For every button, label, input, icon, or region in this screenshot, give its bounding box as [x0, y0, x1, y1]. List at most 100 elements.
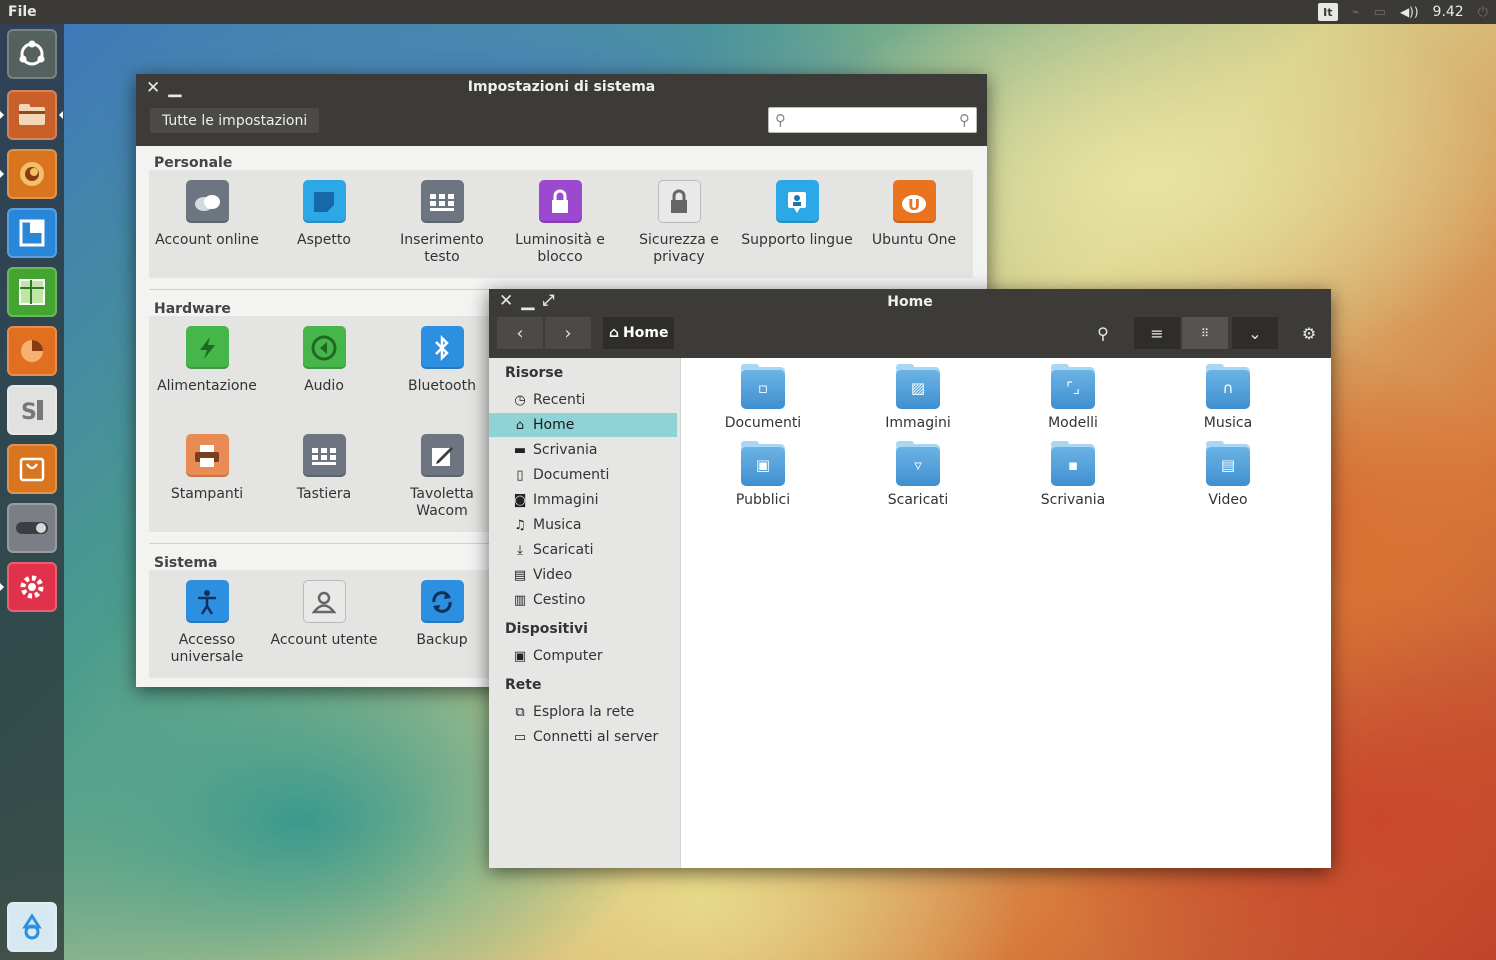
system-toggle-icon[interactable] — [7, 503, 57, 553]
app-menu-file[interactable]: File — [8, 4, 37, 20]
writer-document-icon — [18, 218, 46, 248]
settings-item-audio[interactable]: Audio — [265, 326, 383, 395]
user-icon — [302, 580, 346, 623]
sidebar-item-downloads[interactable]: ⤓ Scaricati — [489, 538, 677, 562]
clear-search-icon[interactable]: ⚲ — [959, 111, 970, 129]
settings-item-language-support[interactable]: Supporto lingue — [738, 180, 856, 249]
network-icon[interactable]: ⌁ — [1352, 5, 1360, 20]
ubuntu-logo-icon — [17, 39, 47, 69]
sidebar-item-computer[interactable]: ▣ Computer — [489, 644, 677, 668]
settings-item-text-entry[interactable]: Inserimento testo — [383, 180, 501, 266]
libreoffice-calc-icon[interactable] — [7, 267, 57, 317]
libreoffice-writer-icon[interactable] — [7, 208, 57, 258]
volume-icon[interactable]: ◀)) — [1400, 5, 1419, 19]
firefox-icon[interactable] — [7, 149, 57, 199]
folder-label: Modelli — [1048, 415, 1098, 431]
folder-item[interactable]: ▫ Documenti — [703, 364, 823, 431]
sidebar-item-desktop[interactable]: ▬ Scrivania — [489, 438, 677, 462]
cloud-icon — [185, 180, 229, 223]
files-titlebar: ✕ ▁ ⤢ Home ‹ › ⌂ Home ⚲ ≡ ⠿ ⌄ ⚙ — [489, 289, 1331, 358]
settings-search-input[interactable]: ⚲ ⚲ — [768, 107, 977, 133]
messaging-icon[interactable]: ▭ — [1374, 5, 1386, 20]
keyboard-icon — [302, 434, 346, 477]
ubuntu-dash-icon[interactable] — [7, 29, 57, 79]
sidebar-item-label: Scrivania — [533, 442, 598, 458]
sidebar-item-music[interactable]: ♫ Musica — [489, 513, 677, 537]
settings-item-security-privacy[interactable]: Sicurezza e privacy — [620, 180, 738, 266]
tile-label: Audio — [304, 378, 344, 394]
settings-item-brightness-lock[interactable]: Luminosità e blocco — [501, 180, 619, 266]
ubuntu-one-music-icon[interactable] — [7, 444, 57, 494]
settings-item-ubuntu-one[interactable]: U Ubuntu One — [855, 180, 973, 249]
keyboard-layout-indicator[interactable]: It — [1317, 3, 1338, 21]
document-icon: ▯ — [516, 467, 524, 483]
sidebar-item-label: Immagini — [533, 492, 599, 508]
network-icon: ⧉ — [515, 704, 525, 720]
window-title: Impostazioni di sistema — [467, 79, 656, 95]
folder-item[interactable]: ▣ Pubblici — [703, 441, 823, 508]
sidebar-item-label: Musica — [533, 517, 582, 533]
language-icon — [775, 180, 819, 223]
computer-icon: ▣ — [513, 648, 527, 664]
settings-item-wacom-tablet[interactable]: Tavoletta Wacom — [383, 434, 501, 520]
settings-item-keyboard[interactable]: Tastiera — [265, 434, 383, 503]
spreadsheet-icon — [18, 278, 46, 306]
system-settings-icon[interactable] — [7, 562, 57, 612]
settings-item-bluetooth[interactable]: Bluetooth — [383, 326, 501, 395]
path-label: Home — [623, 325, 669, 341]
libreoffice-impress-icon[interactable] — [7, 326, 57, 376]
sidebar-item-home[interactable]: ⌂ Home — [489, 413, 677, 437]
search-button[interactable]: ⚲ — [1080, 317, 1126, 349]
path-bar-home[interactable]: ⌂ Home — [603, 317, 675, 349]
sidebar-item-videos[interactable]: ▤ Video — [489, 563, 677, 587]
all-settings-button[interactable]: Tutte le impostazioni — [150, 108, 320, 133]
view-options-button[interactable]: ⌄ — [1232, 317, 1278, 349]
back-button[interactable]: ‹ — [497, 317, 543, 349]
folder-item[interactable]: ∩ Musica — [1168, 364, 1288, 431]
sidebar-item-recent[interactable]: ◷ Recenti — [489, 388, 677, 412]
folder-desktop-icon: ▪ — [1051, 441, 1095, 486]
grid-view-button[interactable]: ⠿ — [1182, 317, 1228, 349]
folder-item[interactable]: ⌜⌟ Modelli — [1013, 364, 1133, 431]
running-indicator — [0, 111, 4, 119]
sidebar-item-documents[interactable]: ▯ Documenti — [489, 463, 677, 487]
settings-item-printers[interactable]: Stampanti — [148, 434, 266, 503]
places-sidebar: Risorse ◷ Recenti ⌂ Home ▬ Scrivania ▯ Docum… — [489, 358, 681, 868]
clock[interactable]: 9.42 — [1433, 4, 1464, 20]
forward-button[interactable]: › — [545, 317, 591, 349]
window-title: Home — [887, 294, 933, 310]
grid-icon: ⠿ — [1200, 326, 1210, 340]
files-icon[interactable] — [7, 90, 57, 140]
sidebar-item-connect-server[interactable]: ▭ Connetti al server — [489, 725, 677, 749]
folder-item[interactable]: ▪ Scrivania — [1013, 441, 1133, 508]
settings-item-appearance[interactable]: Aspetto — [265, 180, 383, 249]
search-icon: ⚲ — [1097, 323, 1109, 343]
camera-icon: ◙ — [513, 492, 527, 508]
sidebar-item-browse-network[interactable]: ⧉ Esplora la rete — [489, 700, 677, 724]
settings-item-backup[interactable]: Backup — [383, 580, 501, 649]
software-center-icon[interactable]: S — [7, 385, 57, 435]
settings-item-power[interactable]: Alimentazione — [148, 326, 266, 395]
menu-button[interactable]: ⚙ — [1286, 317, 1331, 349]
trash-icon[interactable] — [7, 902, 57, 952]
list-view-button[interactable]: ≡ — [1134, 317, 1180, 349]
settings-item-user-accounts[interactable]: Account utente — [265, 580, 383, 649]
folder-downloads-icon: ▿ — [896, 441, 940, 486]
folder-videos-icon: ▤ — [1206, 441, 1250, 486]
folder-item[interactable]: ▿ Scaricati — [858, 441, 978, 508]
section-system-label: Sistema — [154, 555, 218, 571]
settings-item-universal-access[interactable]: Accesso universale — [148, 580, 266, 666]
keyboard-icon — [420, 180, 464, 223]
folder-item[interactable]: ▨ Immagini — [858, 364, 978, 431]
settings-item-online-accounts[interactable]: Account online — [148, 180, 266, 249]
sidebar-item-trash[interactable]: ▥ Cestino — [489, 588, 677, 612]
power-session-icon[interactable]: ⏻ — [1478, 5, 1488, 20]
file-manager-window: ✕ ▁ ⤢ Home ‹ › ⌂ Home ⚲ ≡ ⠿ ⌄ ⚙ Risorse … — [489, 289, 1331, 868]
film-icon: ▤ — [513, 567, 527, 583]
folder-item[interactable]: ▤ Video — [1168, 441, 1288, 508]
sidebar-item-label: Esplora la rete — [533, 704, 635, 720]
tile-label: Luminosità e blocco — [515, 232, 605, 265]
tile-label: Bluetooth — [408, 378, 476, 394]
folder-label: Scaricati — [887, 492, 949, 508]
sidebar-item-pictures[interactable]: ◙ Immagini — [489, 488, 677, 512]
